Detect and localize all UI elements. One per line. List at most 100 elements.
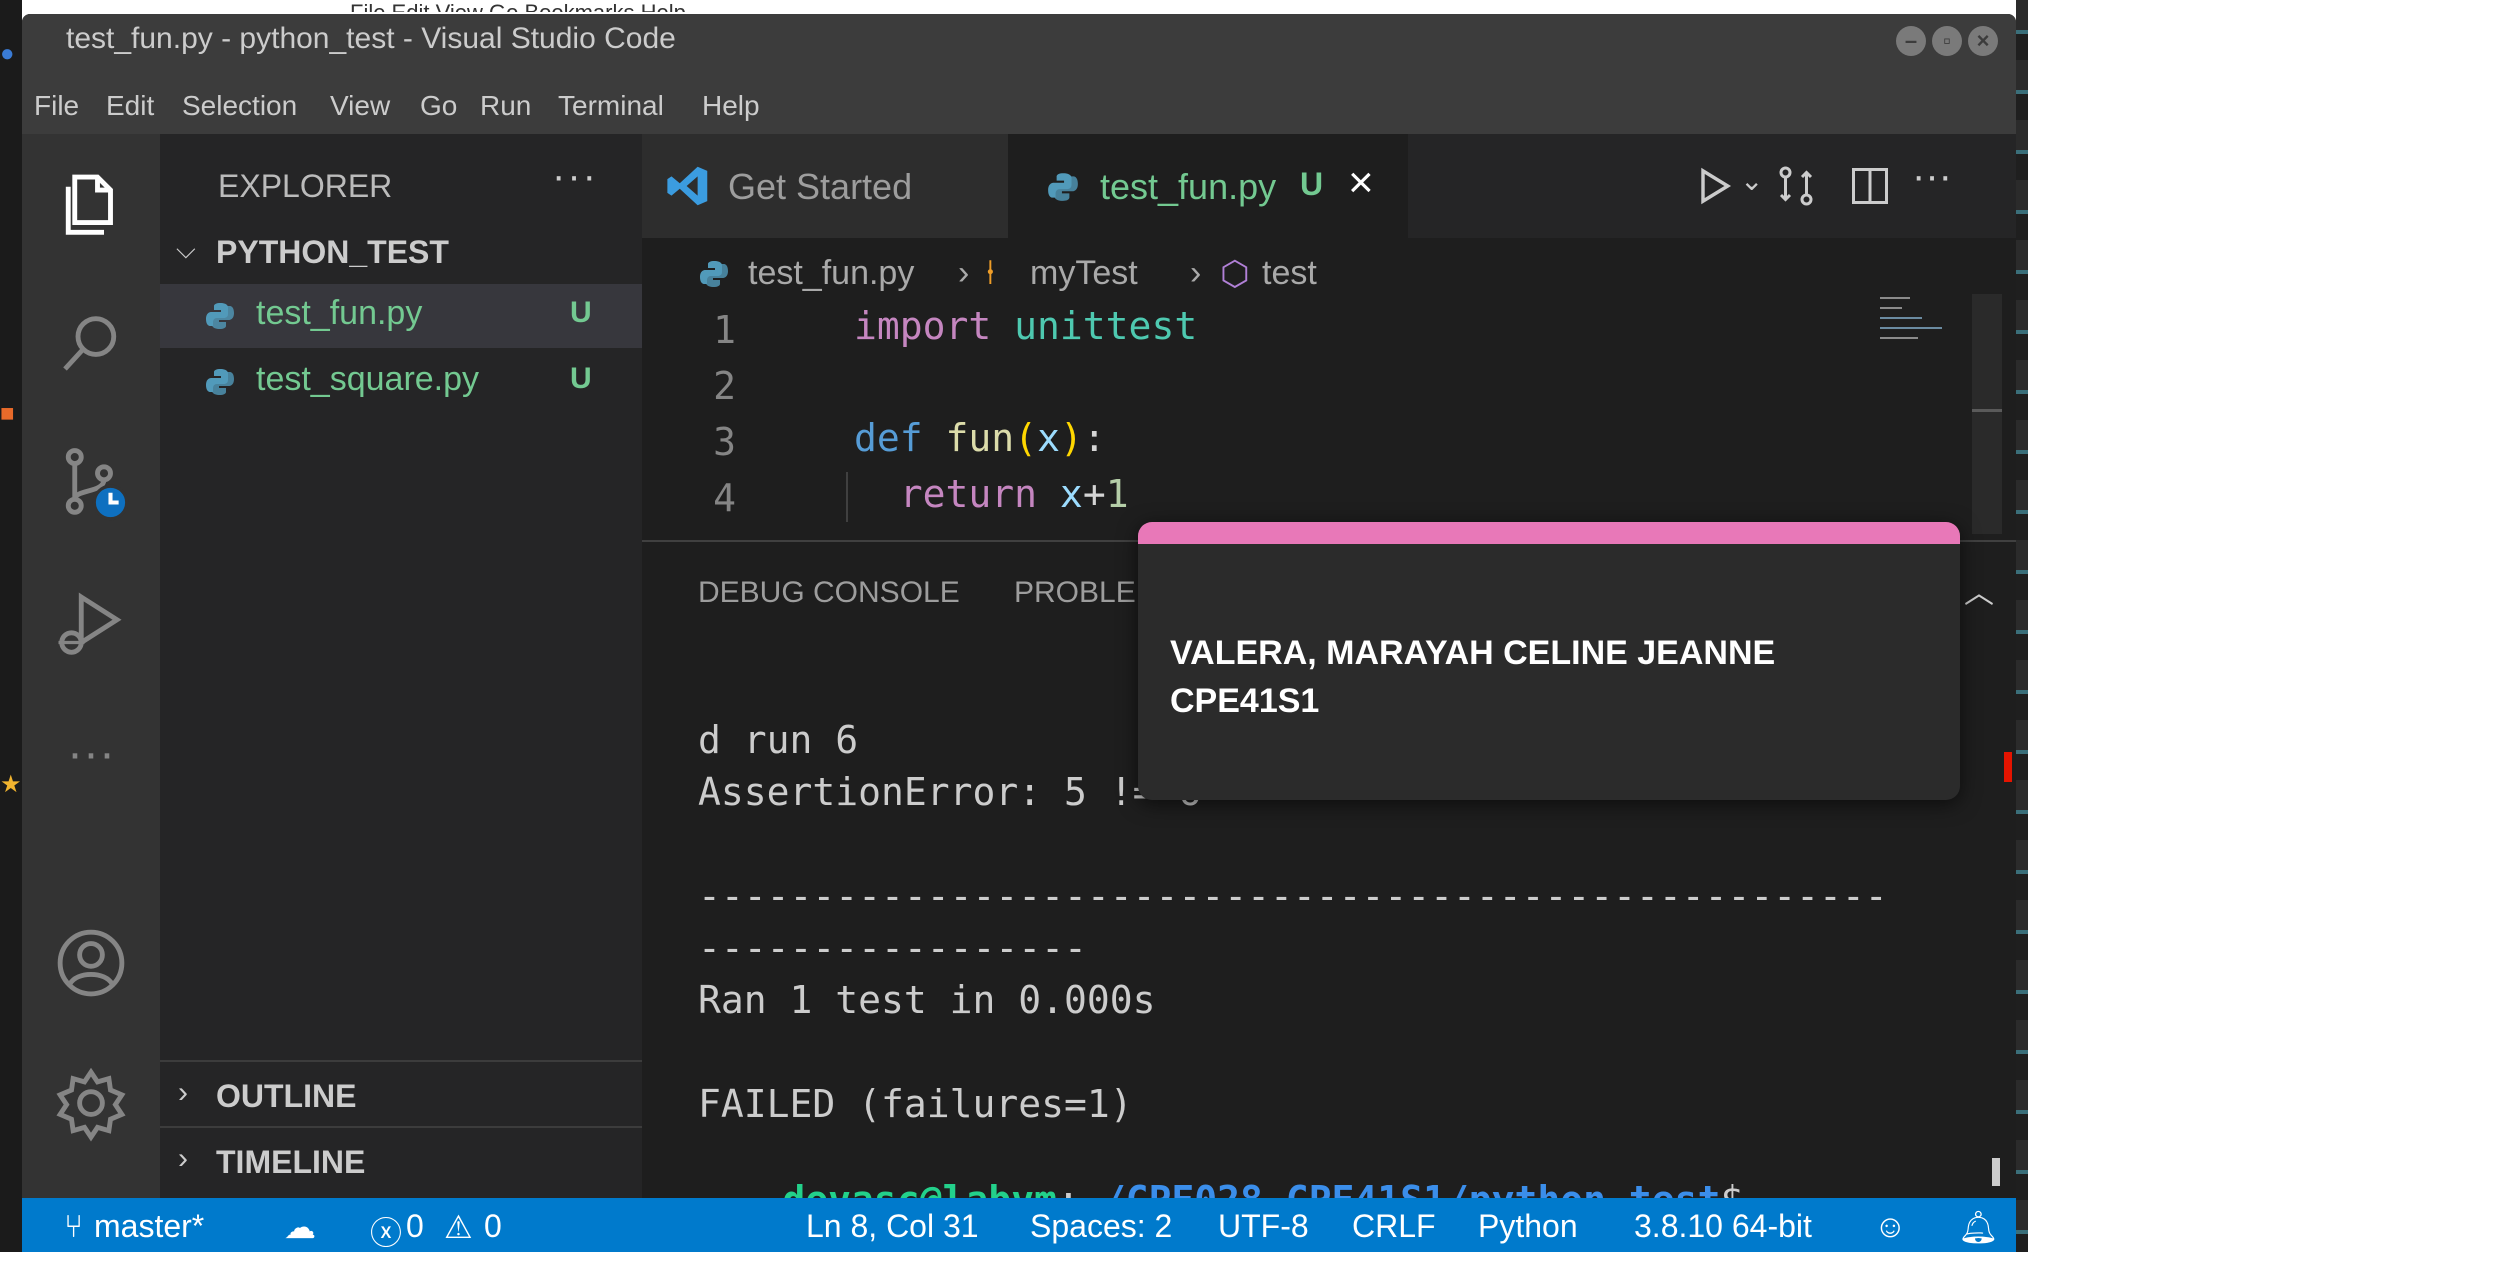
run-dropdown-icon[interactable]: ⌄ [1740, 164, 1763, 197]
close-window-button[interactable]: × [1968, 26, 1998, 56]
desktop-background: ● ■ ★ [0, 0, 22, 1252]
tab-test-fun[interactable]: test_fun.py U × [1008, 134, 1408, 238]
run-file-icon[interactable] [1692, 164, 1736, 208]
menu-run[interactable]: Run [480, 90, 531, 122]
compare-changes-icon[interactable] [1772, 162, 1820, 210]
untracked-badge: U [570, 296, 592, 329]
menu-bar: File Edit Selection View Go Run Terminal… [22, 70, 2016, 134]
line-number: 1 [713, 308, 736, 352]
code-token: 1 [1105, 472, 1129, 516]
python-icon [206, 369, 234, 395]
tab-badge: U [1300, 166, 1324, 202]
split-editor-icon[interactable] [1846, 162, 1894, 210]
menu-edit[interactable]: Edit [106, 90, 154, 122]
code-line: 1 import unittest [642, 300, 1922, 358]
code-token: ( [1014, 416, 1038, 460]
folder-header[interactable]: ⌵ PYTHON_TEST [160, 230, 642, 274]
menu-go[interactable]: Go [420, 90, 457, 122]
code-text: import unittest [854, 304, 1197, 348]
code-token: unittest [1014, 304, 1198, 348]
menu-view[interactable]: View [330, 90, 390, 122]
language-mode[interactable]: Python [1478, 1208, 1578, 1245]
status-bar: ⑂ master* ☁ ⓧ 0 ⚠ 0 Ln 8, Col 31 Spaces:… [22, 1198, 2016, 1252]
error-count[interactable]: 0 [406, 1208, 424, 1245]
menu-selection[interactable]: Selection [182, 90, 297, 122]
menu-terminal[interactable]: Terminal [558, 90, 664, 122]
feedback-icon[interactable]: ☺ [1874, 1208, 1907, 1245]
minimap[interactable] [1862, 294, 2002, 554]
class-icon: ⍿ [986, 254, 995, 292]
tab-label: test_fun.py [1100, 166, 1277, 207]
code-token: + [1082, 472, 1106, 516]
outline-section[interactable]: › OUTLINE [160, 1060, 642, 1126]
chevron-right-icon: › [958, 254, 970, 292]
files-icon[interactable] [52, 164, 130, 242]
indent-guide [846, 472, 848, 522]
indentation[interactable]: Spaces: 2 [1030, 1208, 1172, 1245]
chevron-right-icon: › [1190, 254, 1202, 292]
cursor-position[interactable]: Ln 8, Col 31 [806, 1208, 979, 1245]
close-tab-icon[interactable]: × [1348, 158, 1374, 208]
desktop-background-strip [2016, 0, 2028, 1252]
toast-accent-bar [1138, 522, 1960, 544]
more-icon[interactable]: ··· [52, 724, 130, 802]
code-text: def fun(x): [854, 416, 1106, 460]
maximize-button[interactable]: ▫ [1932, 26, 1962, 56]
python-interpreter[interactable]: 3.8.10 64-bit [1634, 1208, 1812, 1245]
line-number: 4 [713, 476, 736, 520]
toast-name: VALERA, MARAYAH CELINE JEANNE [1170, 634, 1776, 672]
sync-cloud-icon[interactable]: ☁ [284, 1208, 316, 1246]
chevron-right-icon: › [178, 1076, 188, 1109]
method-icon: ⬡ [1220, 255, 1250, 293]
title-bar[interactable]: test_fun.py - python_test - Visual Studi… [22, 14, 2016, 70]
line-ending[interactable]: CRLF [1352, 1208, 1436, 1245]
python-icon [1048, 173, 1078, 201]
explorer-more-icon[interactable]: ··· [552, 154, 598, 199]
breadcrumb-class[interactable]: myTest [1030, 254, 1138, 293]
file-name: test_fun.py [256, 294, 423, 332]
code-text: return x+1 [854, 472, 1129, 516]
run-debug-icon[interactable] [52, 584, 130, 662]
breadcrumb-file[interactable]: test_fun.py [748, 254, 914, 293]
notifications-bell-icon[interactable]: 🔔︎ [1958, 1208, 1999, 1246]
code-token: fun [945, 416, 1015, 460]
explorer-sidebar: EXPLORER ··· ⌵ PYTHON_TEST test_fun.py U… [160, 134, 642, 1212]
terminal-line: ----------------- [698, 926, 1087, 970]
menu-file[interactable]: File [34, 90, 79, 122]
warning-count[interactable]: 0 [484, 1208, 502, 1245]
terminal-cursor [1992, 1158, 2000, 1186]
code-token: return [854, 472, 1038, 516]
minimize-button[interactable]: – [1896, 26, 1926, 56]
code-token: : [1082, 416, 1106, 460]
vscode-logo-icon [667, 166, 708, 206]
notification-toast[interactable]: VALERA, MARAYAH CELINE JEANNE CPE41S1 [1138, 522, 1960, 800]
code-token: x [1037, 416, 1060, 460]
code-line: 3 def fun(x): [642, 412, 1922, 470]
tab-debug-console[interactable]: DEBUG CONSOLE [698, 576, 960, 610]
explorer-title: EXPLORER [218, 168, 393, 204]
file-item-test-square[interactable]: test_square.py U [160, 350, 642, 414]
activity-bar: ··· [22, 134, 160, 1212]
warning-icon: ⚠ [444, 1209, 473, 1245]
more-actions-icon[interactable]: ··· [1912, 154, 1952, 199]
search-icon[interactable] [52, 304, 130, 382]
tab-get-started[interactable]: Get Started [642, 134, 1008, 238]
source-control-icon[interactable] [52, 444, 130, 522]
terminal-line: d run 6 [698, 718, 859, 762]
account-icon[interactable] [52, 924, 130, 1002]
desktop-icon: ★ [0, 771, 22, 798]
file-item-test-fun[interactable]: test_fun.py U [160, 284, 642, 348]
timeline-section[interactable]: › TIMELINE [160, 1126, 642, 1192]
terminal-line: ----------------------------------------… [698, 874, 1888, 918]
folder-name: PYTHON_TEST [216, 234, 449, 270]
chevron-up-icon[interactable]: ︿ [1964, 568, 1994, 612]
encoding[interactable]: UTF-8 [1218, 1208, 1309, 1245]
tab-label: Get Started [728, 166, 913, 207]
breadcrumb-method[interactable]: test [1262, 254, 1317, 293]
editor-tab-bar: Get Started test_fun.py U × ⌄ ··· [642, 134, 2016, 238]
file-name: test_square.py [256, 360, 480, 398]
menu-help[interactable]: Help [702, 90, 760, 122]
git-branch[interactable]: master* [94, 1208, 204, 1245]
gear-icon[interactable] [52, 1064, 130, 1142]
